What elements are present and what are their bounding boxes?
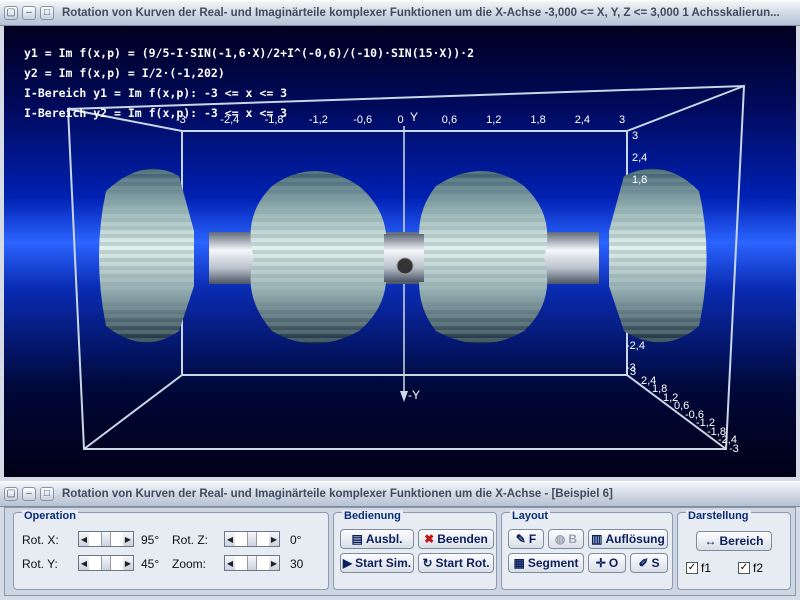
y-tick-label: -2,4: [626, 340, 645, 352]
z-tick-label: -3: [729, 442, 739, 455]
play-icon: ▶: [342, 556, 353, 570]
x-tick-label: 2,4: [574, 114, 590, 126]
ausbl-button[interactable]: ▤ Ausbl.: [340, 529, 414, 549]
checkmark-icon: ✓: [738, 562, 750, 574]
checkmark-icon: ✓: [686, 562, 698, 574]
rot-y-slider[interactable]: ◀ ▶: [78, 555, 134, 571]
y-axis-label: Y: [410, 110, 419, 124]
rot-y-value: 45°: [141, 557, 160, 571]
b-button[interactable]: ◍ B: [548, 529, 584, 549]
x-tick-label: -1,8: [264, 114, 284, 126]
zoom-value: 30: [290, 557, 304, 571]
plot-canvas[interactable]: y1 = Im f(x,p) = (9/5-I·SIN(-1,6·X)/2+I^…: [4, 26, 796, 477]
rot-x-label: Rot. X:: [22, 533, 59, 547]
zoom-slider[interactable]: ◀ ▶: [224, 555, 280, 571]
x-tick-label: 3: [619, 114, 626, 126]
x-tick-label: -1,2: [308, 114, 328, 126]
minimize-icon[interactable]: –: [22, 6, 36, 20]
crosshair-icon: ✛: [595, 556, 606, 570]
layout-group: Layout ✎ F ◍ B ▥ Auflösung ▦ Segment ✛ O ✐ S: [501, 510, 673, 590]
rot-y-label: Rot. Y:: [22, 557, 58, 571]
f2-checkbox[interactable]: ✓ f2: [738, 561, 763, 575]
x-tick-label: -3: [176, 114, 186, 126]
neg-y-axis-label: -Y: [408, 388, 420, 402]
zoom-label: Zoom:: [172, 557, 207, 571]
y-tick-label: 1,8: [632, 174, 648, 186]
aufloesung-button[interactable]: ▥ Auflösung: [588, 529, 668, 549]
x-tick-label: 0,6: [441, 114, 458, 126]
rotate-icon: ↻: [422, 556, 433, 570]
control-panel: Operation Rot. X: ◀ ▶ 95° Rot. Y: ◀ ▶ 45° …: [4, 507, 796, 596]
range-y2: I-Bereich y2 = Im f(x,p): -3 <= x <= 3: [24, 106, 288, 120]
maximize-icon[interactable]: □: [40, 487, 54, 501]
pen-icon: ✐: [638, 556, 649, 570]
darstellung-group: Darstellung ↔ Bereich ✓ f1 ✓ f2: [677, 510, 791, 590]
x-tick-label: 1,8: [530, 114, 546, 126]
range-arrows-icon: ↔: [704, 534, 717, 548]
x-tick-label: 0: [397, 114, 404, 126]
rot-z-label: Rot. Z:: [172, 533, 209, 547]
y-tick-label: 2,4: [632, 152, 648, 164]
table-icon: ▦: [513, 556, 525, 570]
maximize-icon[interactable]: □: [40, 6, 54, 20]
brush-icon: ✎: [515, 532, 526, 546]
x-tick-label: 1,2: [486, 114, 502, 126]
rot-z-slider[interactable]: ◀ ▶: [224, 531, 280, 547]
f1-checkbox[interactable]: ✓ f1: [686, 561, 711, 575]
start-sim-button[interactable]: ▶ Start Sim.: [340, 553, 414, 573]
y-tick-label: 3: [632, 130, 639, 142]
x-tick-label: -0,6: [353, 114, 373, 126]
formula-y2: y2 = Im f(x,p) = I/2·(-1,202): [24, 66, 225, 80]
segment-button[interactable]: ▦ Segment: [508, 553, 584, 573]
axis-hub-icon: [396, 257, 414, 275]
control-window-title: Rotation von Kurven der Real- und Imagin…: [62, 488, 613, 500]
main-window-title: Rotation von Kurven der Real- und Imagin…: [62, 7, 780, 19]
window-menu-icon[interactable]: ▢: [4, 6, 18, 20]
bucket-icon: ◍: [554, 532, 566, 546]
x-tick-label: -2,4: [220, 114, 240, 126]
grid-icon: ▥: [591, 532, 603, 546]
beenden-button[interactable]: ✖ Beenden: [418, 529, 494, 549]
layout-title: Layout: [510, 510, 551, 522]
f-button[interactable]: ✎ F: [508, 529, 544, 549]
range-y1: I-Bereich y1 = Im f(x,p): -3 <= x <= 3: [24, 86, 288, 100]
formula-y1: y1 = Im f(x,p) = (9/5-I·SIN(-1,6·X)/2+I^…: [24, 46, 475, 60]
bereich-button[interactable]: ↔ Bereich: [696, 531, 772, 551]
control-window-titlebar[interactable]: ▢ – □ Rotation von Kurven der Real- und …: [0, 481, 800, 507]
z-tick-label: 3: [630, 366, 637, 378]
operation-group: Operation Rot. X: ◀ ▶ 95° Rot. Y: ◀ ▶ 45° …: [13, 510, 329, 590]
rot-z-value: 0°: [290, 533, 302, 547]
window-menu-icon[interactable]: ▢: [4, 487, 18, 501]
main-window-titlebar[interactable]: ▢ – □ Rotation von Kurven der Real- und …: [0, 0, 800, 26]
ausbl-icon: ▤: [351, 532, 363, 546]
minimize-icon[interactable]: –: [22, 487, 36, 501]
operation-title: Operation: [22, 510, 78, 522]
close-icon: ✖: [424, 532, 435, 546]
darstellung-title: Darstellung: [686, 510, 751, 522]
o-button[interactable]: ✛ O: [588, 553, 626, 573]
bedienung-group: Bedienung ▤ Ausbl. ✖ Beenden ▶ Start Sim. ↻…: [333, 510, 497, 590]
s-button[interactable]: ✐ S: [630, 553, 668, 573]
rot-x-value: 95°: [141, 533, 160, 547]
start-rot-button[interactable]: ↻ Start Rot.: [418, 553, 494, 573]
bedienung-title: Bedienung: [342, 510, 403, 522]
rot-x-slider[interactable]: ◀ ▶: [78, 531, 134, 547]
